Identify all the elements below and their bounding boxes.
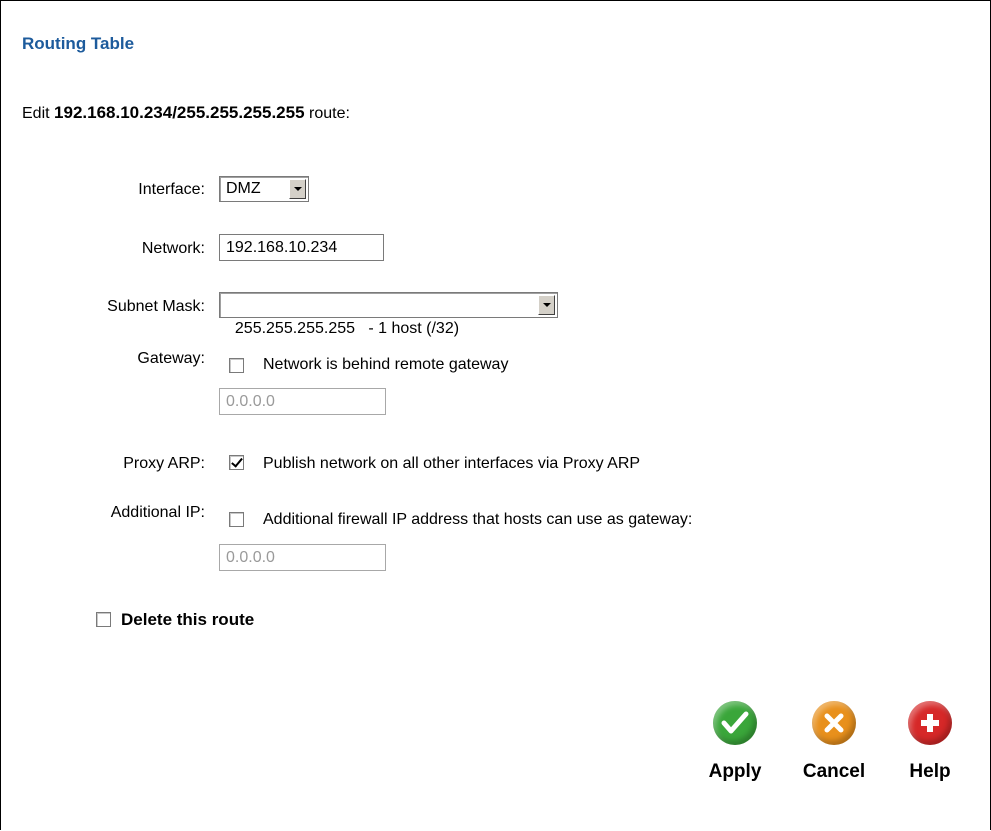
gateway-checkbox-label: Network is behind remote gateway xyxy=(263,356,509,373)
gateway-input[interactable]: 0.0.0.0 xyxy=(219,388,386,415)
proxy-arp-label: Proxy ARP: xyxy=(123,455,205,472)
interface-value: DMZ xyxy=(226,180,261,197)
page-title: Routing Table xyxy=(22,34,135,53)
additional-ip-checkbox-label: Additional firewall IP address that host… xyxy=(263,511,693,528)
subnet-mask-value: 255.255.255.255 - 1 host (/32) xyxy=(234,320,460,337)
edit-suffix: route: xyxy=(309,105,350,122)
interface-select[interactable]: DMZ xyxy=(219,176,309,202)
edit-route-line: Edit 192.168.10.234/255.255.255.255 rout… xyxy=(22,103,350,123)
additional-ip-label: Additional IP: xyxy=(110,504,205,521)
delete-route-label: Delete this route xyxy=(121,610,255,629)
edit-prefix: Edit xyxy=(22,105,50,122)
subnet-mask-select[interactable]: 255.255.255.255 - 1 host (/32) xyxy=(219,292,558,337)
delete-route-checkbox[interactable] xyxy=(96,612,111,627)
checkmark-icon xyxy=(713,701,757,745)
gateway-label: Gateway: xyxy=(137,350,205,367)
additional-ip-input[interactable]: 0.0.0.0 xyxy=(219,544,386,571)
apply-label: Apply xyxy=(708,761,762,782)
subnet-mask-label: Subnet Mask: xyxy=(107,298,205,315)
x-icon xyxy=(812,701,856,745)
network-label: Network: xyxy=(141,240,205,257)
chevron-down-icon[interactable] xyxy=(538,295,555,315)
additional-ip-checkbox[interactable] xyxy=(229,512,244,527)
help-label: Help xyxy=(909,761,951,782)
cancel-button[interactable]: Cancel xyxy=(802,701,866,783)
plus-icon xyxy=(908,701,952,745)
help-button[interactable]: Help xyxy=(898,701,962,783)
apply-button[interactable]: Apply xyxy=(703,701,767,783)
chevron-down-icon[interactable] xyxy=(289,179,306,199)
interface-label: Interface: xyxy=(138,181,205,198)
route-identifier: 192.168.10.234/255.255.255.255 xyxy=(54,103,305,122)
cancel-label: Cancel xyxy=(802,761,866,782)
gateway-checkbox[interactable] xyxy=(229,358,244,373)
proxy-arp-checkbox[interactable] xyxy=(229,455,244,470)
proxy-arp-checkbox-label: Publish network on all other interfaces … xyxy=(263,455,641,472)
network-input[interactable]: 192.168.10.234 xyxy=(219,234,384,261)
